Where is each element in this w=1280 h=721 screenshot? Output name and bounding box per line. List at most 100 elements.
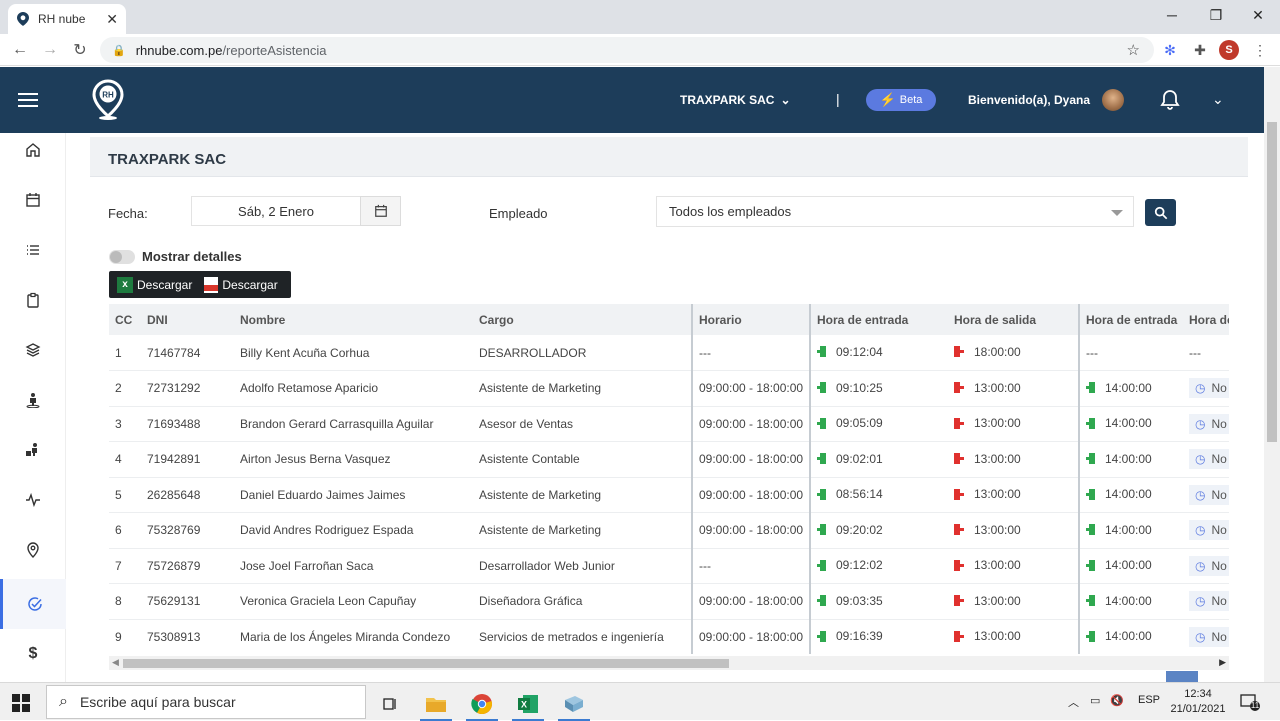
app-icon[interactable] (554, 687, 594, 721)
clipboard-icon (27, 292, 39, 308)
beta-badge[interactable]: ⚡ Beta (866, 89, 936, 111)
browser-tab[interactable]: RH nube ✕ (8, 4, 126, 34)
salida-1-value: 13:00:00 (974, 629, 1021, 643)
entrada-2-value: 14:00:00 (1105, 558, 1152, 572)
map-pin-icon (27, 542, 39, 558)
profile-avatar[interactable]: S (1219, 40, 1239, 60)
sidebar-item-person-location[interactable] (0, 375, 66, 425)
vertical-scroll-thumb[interactable] (1267, 122, 1277, 442)
close-tab-icon[interactable]: ✕ (106, 11, 118, 28)
horizontal-scrollbar[interactable]: ◀ ▶ (109, 656, 1229, 670)
entry-icon (817, 346, 826, 358)
table-row[interactable]: 5 26285648 Daniel Eduardo Jaimes Jaimes Asi… (109, 477, 1229, 513)
browser-menu-icon[interactable]: ⋮ (1250, 40, 1270, 60)
taskbar-search[interactable]: ⌕ Escribe aquí para buscar (46, 685, 366, 719)
salida-1-value: 18:00:00 (974, 344, 1021, 359)
date-input[interactable]: Sáb, 2 Enero (191, 196, 361, 226)
lightning-icon: ⚡ (879, 92, 896, 107)
notification-bell-icon[interactable] (1160, 89, 1180, 111)
sidebar-item-attendance[interactable] (0, 579, 66, 629)
sidebar-item-payroll[interactable]: $ (0, 629, 66, 679)
search-button[interactable] (1145, 199, 1176, 226)
cell-nombre: Maria de los Ángeles Miranda Condezo (234, 619, 473, 654)
table-row[interactable]: 9 75308913 Maria de los Ángeles Miranda Co… (109, 619, 1229, 654)
employee-select[interactable]: Todos los empleados (656, 196, 1134, 227)
extensions-puzzle-icon[interactable]: ✚ (1190, 40, 1210, 60)
bookmark-star-icon[interactable]: ☆ (1127, 41, 1140, 59)
table-row[interactable]: 3 71693488 Brandon Gerard Carrasquilla Agu… (109, 406, 1229, 442)
cell-nombre: Adolfo Retamose Aparicio (234, 370, 473, 407)
welcome-text: Bienvenido(a), Dyana (968, 93, 1091, 107)
back-icon[interactable]: ← (8, 38, 32, 62)
rh-nube-logo[interactable]: RH (92, 79, 124, 121)
pagination-button[interactable] (1166, 671, 1198, 682)
cell-extra: ◷ No (1183, 548, 1229, 584)
cell-entrada-2: 14:00:00 (1078, 477, 1183, 513)
table-row[interactable]: 7 75726879 Jose Joel Farroñan Saca Desarrol… (109, 548, 1229, 584)
sidebar-item-activity[interactable] (0, 475, 66, 525)
sidebar-item-map-pin[interactable] (0, 525, 66, 575)
sidebar: $ (0, 133, 66, 682)
restore-icon[interactable]: ❐ (1194, 0, 1238, 30)
close-window-icon[interactable]: ✕ (1236, 0, 1280, 30)
hamburger-menu-icon[interactable] (18, 93, 38, 107)
vertical-scrollbar[interactable] (1264, 67, 1280, 682)
company-name: TRAXPARK SAC (680, 93, 775, 107)
notification-center-icon[interactable]: 11 (1240, 693, 1260, 711)
cell-cc: 4 (109, 441, 141, 478)
user-menu-chevron-icon[interactable]: ⌄ (1212, 91, 1224, 108)
system-clock[interactable]: 12:34 21/01/2021 (1168, 687, 1228, 717)
table-row[interactable]: 8 75629131 Veronica Graciela Leon Capuñay D… (109, 583, 1229, 620)
search-icon (1154, 206, 1167, 219)
entry-icon (1086, 417, 1095, 429)
table-row[interactable]: 4 71942891 Airton Jesus Berna Vasquez Asist… (109, 441, 1229, 478)
cell-entrada-2: 14:00:00 (1078, 370, 1183, 407)
entry-icon (817, 382, 826, 393)
battery-icon[interactable]: ▭ (1090, 694, 1100, 707)
sidebar-item-person-moving[interactable] (0, 425, 66, 475)
scroll-right-icon[interactable]: ▶ (1219, 657, 1226, 668)
address-bar[interactable]: 🔒 rhnube.com.pe /reporteAsistencia ☆ (100, 37, 1154, 63)
calendar-icon (374, 204, 387, 217)
sidebar-item-list[interactable] (0, 225, 66, 275)
cell-extra: ◷ No (1183, 441, 1229, 478)
task-view-icon[interactable] (370, 687, 410, 721)
reload-icon[interactable]: ↻ (68, 38, 92, 62)
minimize-icon[interactable]: ─ (1150, 0, 1194, 30)
cell-entrada-1: 09:12:02 (809, 548, 948, 584)
sidebar-item-calendar[interactable] (0, 175, 66, 225)
cell-cc: 1 (109, 335, 141, 371)
tray-expand-icon[interactable]: ︿ (1068, 694, 1079, 710)
table-row[interactable]: 1 71467784 Billy Kent Acuña Corhua DESARROL… (109, 335, 1229, 371)
extra-value: No (1211, 452, 1227, 467)
forward-icon[interactable]: → (38, 38, 62, 62)
user-avatar[interactable] (1102, 89, 1124, 111)
file-explorer-icon[interactable] (416, 687, 456, 721)
cell-horario: 09:00:00 - 18:00:00 (691, 583, 810, 620)
entry-icon (1086, 382, 1095, 393)
sidebar-item-clipboard[interactable] (0, 275, 66, 325)
cell-entrada-1: 09:10:25 (809, 370, 948, 407)
entry-icon (1086, 559, 1095, 571)
language-indicator[interactable]: ESP (1138, 694, 1160, 706)
chrome-icon[interactable] (462, 687, 502, 721)
volume-muted-icon[interactable]: 🔇 (1110, 694, 1124, 707)
entry-icon (1086, 630, 1095, 642)
date-picker-button[interactable] (360, 196, 401, 226)
sidebar-item-layers[interactable] (0, 325, 66, 375)
table-row[interactable]: 6 75328769 David Andres Rodriguez Espada As… (109, 512, 1229, 549)
sidebar-item-home[interactable] (0, 125, 66, 175)
download-excel-button[interactable]: x Descargar (117, 276, 192, 293)
scroll-left-icon[interactable]: ◀ (112, 657, 119, 668)
horizontal-scroll-thumb[interactable] (123, 659, 729, 668)
excel-app-icon[interactable]: X (508, 687, 548, 721)
exit-icon (954, 524, 964, 535)
table-row[interactable]: 2 72731292 Adolfo Retamose Aparicio Asisten… (109, 370, 1229, 407)
download-pdf-button[interactable]: Descargar (204, 276, 278, 293)
windows-start-icon[interactable] (12, 694, 30, 712)
details-toggle[interactable] (109, 250, 135, 264)
exit-icon (954, 382, 964, 393)
company-selector[interactable]: TRAXPARK SAC ⌄ (680, 93, 791, 107)
cell-entrada-2: 14:00:00 (1078, 583, 1183, 620)
extension-snowflake-icon[interactable]: ✻ (1160, 40, 1180, 60)
